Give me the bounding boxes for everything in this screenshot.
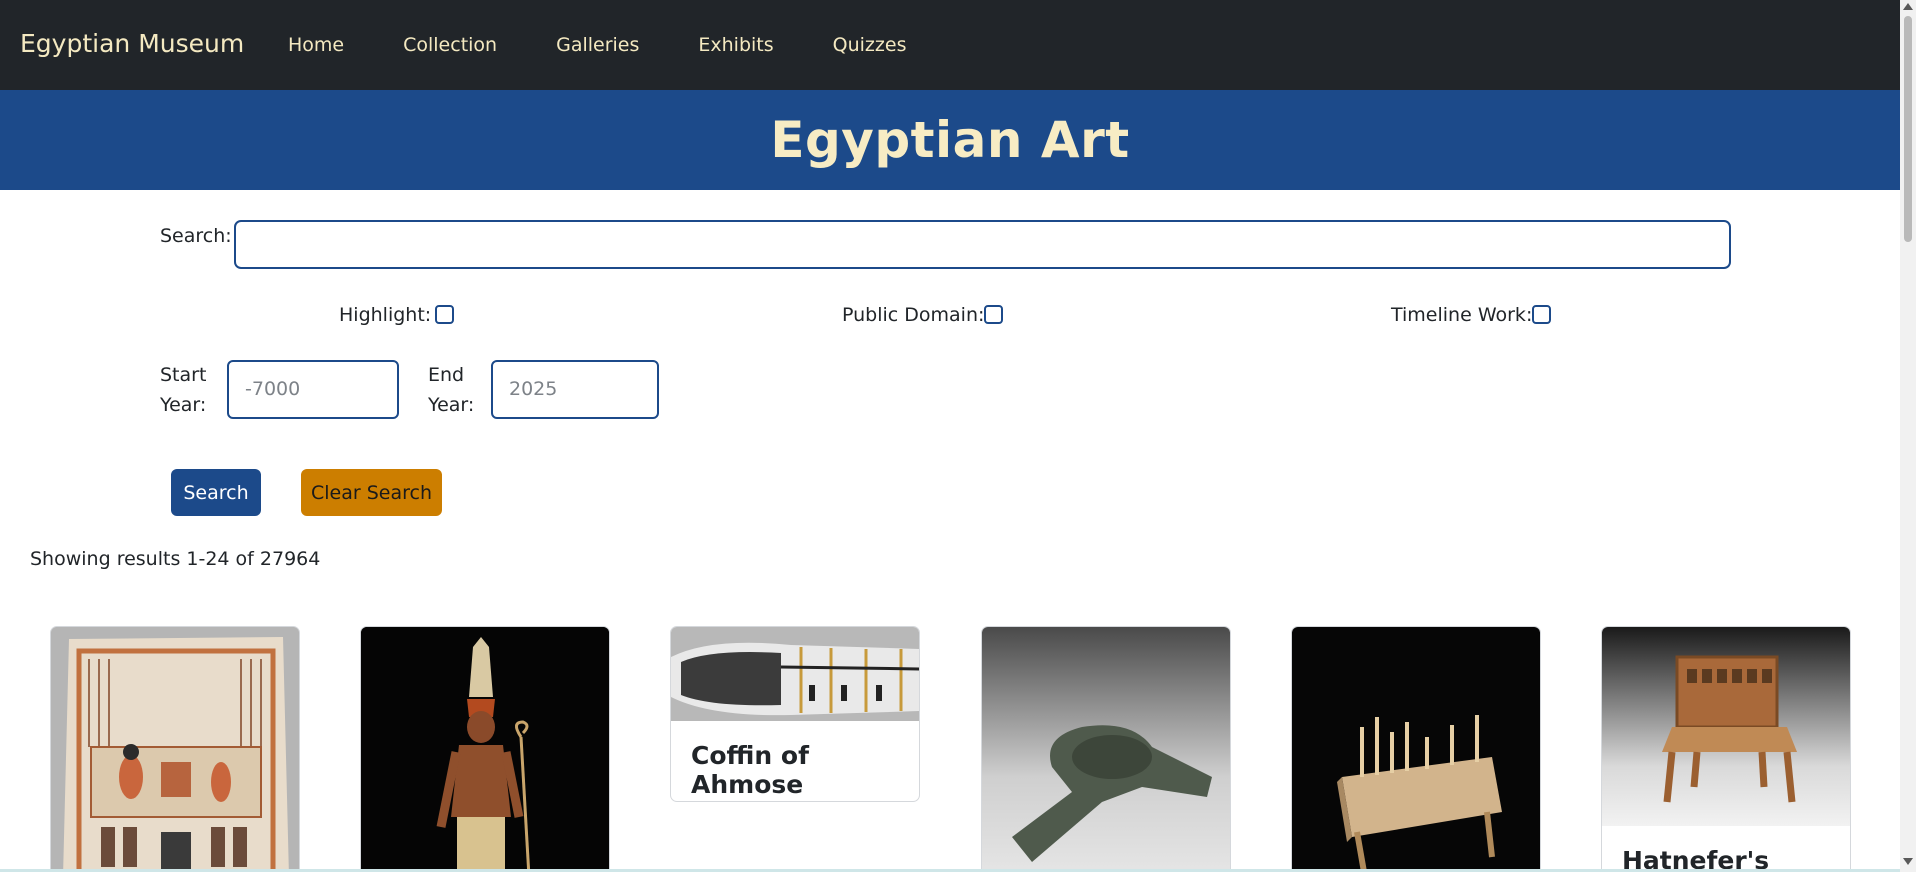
start-year-input[interactable]: -7000 <box>227 360 399 419</box>
start-year-label-line2: Year: <box>160 394 207 416</box>
stela-image <box>51 627 299 872</box>
nav-collection[interactable]: Collection <box>403 34 497 56</box>
scroll-thumb[interactable] <box>1904 16 1912 242</box>
artwork-card-statue[interactable] <box>360 626 610 872</box>
end-year-label-line2: Year: <box>428 394 475 416</box>
public-domain-checkbox[interactable] <box>984 305 1003 324</box>
top-navbar: Egyptian Museum Home Collection Gallerie… <box>0 0 1900 90</box>
search-input[interactable] <box>234 220 1731 269</box>
card-title[interactable]: Coffin of Ahmose <box>691 741 899 799</box>
nav-home[interactable]: Home <box>288 34 344 56</box>
end-year-label-line1: End <box>428 364 465 386</box>
start-year-label-line1: Start <box>160 364 207 386</box>
nav-galleries[interactable]: Galleries <box>556 34 639 56</box>
search-label: Search: <box>160 225 232 247</box>
nav-quizzes[interactable]: Quizzes <box>833 34 907 56</box>
highlight-checkbox[interactable] <box>435 305 454 324</box>
page-scrollbar[interactable] <box>1900 0 1916 872</box>
artwork-card-ankh-vessel[interactable] <box>981 626 1231 872</box>
nav-links: Home Collection Galleries Exhibits Quizz… <box>288 34 965 56</box>
page-title: Egyptian Art <box>770 111 1130 169</box>
card-body: Hatnefer's Chair <box>1602 826 1850 872</box>
results-count: Showing results 1-24 of 27964 <box>30 548 321 570</box>
card-body: Coffin of Ahmose <box>671 721 919 799</box>
timeline-work-checkbox[interactable] <box>1532 305 1551 324</box>
public-domain-label: Public Domain: <box>842 304 985 326</box>
artwork-card-game-board[interactable] <box>1291 626 1541 872</box>
nav-exhibits[interactable]: Exhibits <box>698 34 773 56</box>
timeline-work-label: Timeline Work: <box>1391 304 1533 326</box>
search-button[interactable]: Search <box>171 469 261 516</box>
brand-link[interactable]: Egyptian Museum <box>20 29 244 58</box>
scroll-up-arrow-icon[interactable] <box>1903 3 1913 10</box>
artwork-card-hatnefers-chair[interactable]: Hatnefer's Chair <box>1601 626 1851 872</box>
artwork-card-coffin-of-ahmose[interactable]: Coffin of Ahmose <box>670 626 920 802</box>
game-board-image <box>1292 627 1540 872</box>
chair-image <box>1602 627 1850 826</box>
scroll-down-arrow-icon[interactable] <box>1903 858 1913 865</box>
clear-search-button[interactable]: Clear Search <box>301 469 442 516</box>
end-year-input[interactable]: 2025 <box>491 360 659 419</box>
statue-image <box>361 627 609 872</box>
ankh-vessel-image <box>982 627 1230 872</box>
artwork-card-stela[interactable] <box>50 626 300 872</box>
highlight-label: Highlight: <box>339 304 432 326</box>
hero-banner: Egyptian Art <box>0 90 1900 190</box>
coffin-image <box>671 627 919 721</box>
